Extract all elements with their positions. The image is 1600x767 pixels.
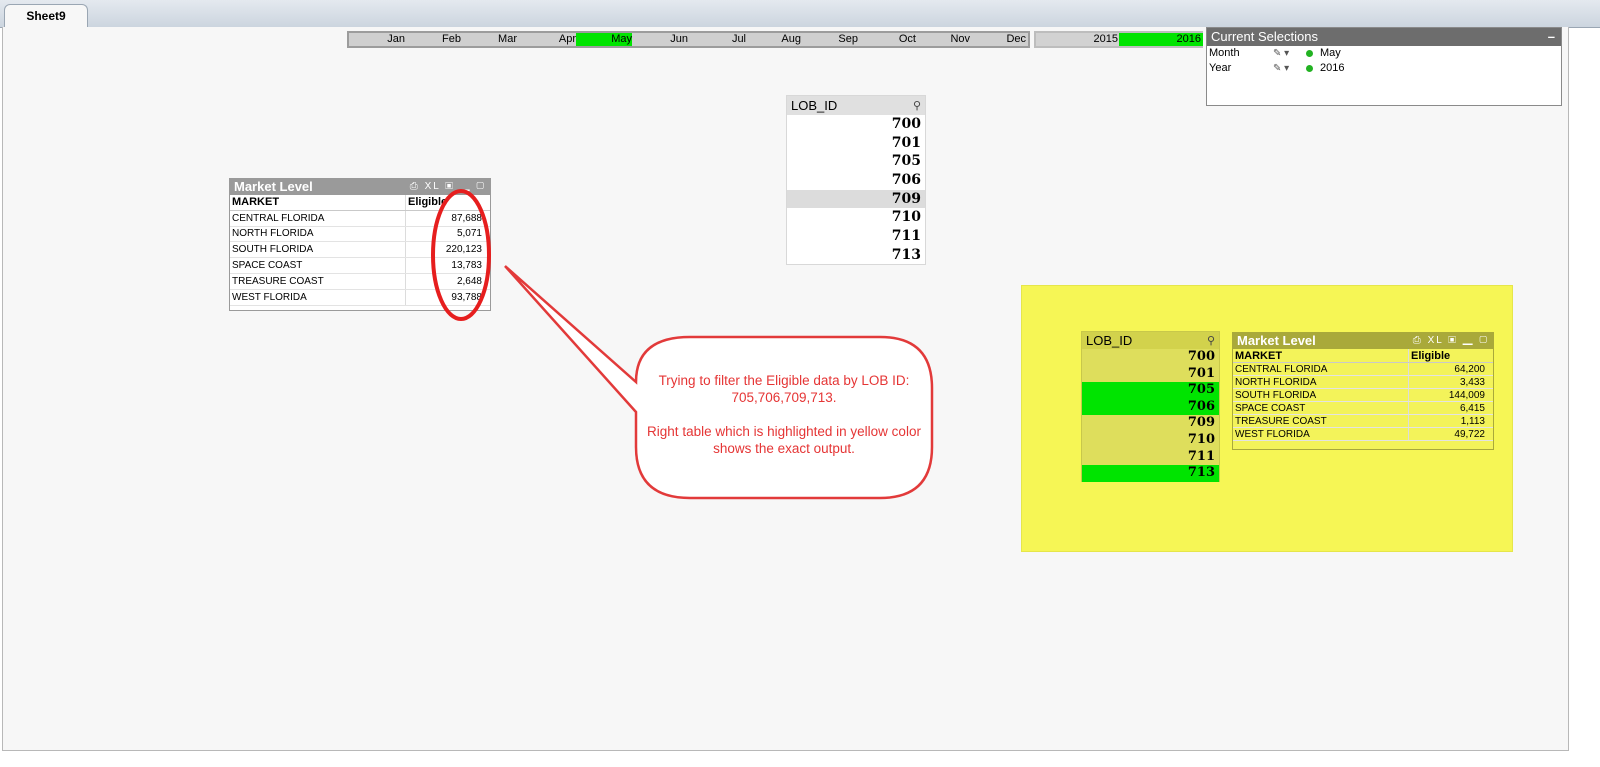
cell-market: TREASURE COAST xyxy=(1233,414,1409,428)
market-level-table-output: Market Level ⎙ XL ▣ ▁ ▢ MARKET Eligible … xyxy=(1232,332,1494,450)
list-item[interactable]: 705 xyxy=(1082,382,1219,399)
search-icon[interactable]: ⚲ xyxy=(1207,333,1215,350)
table-row: SPACE COAST 6,415 xyxy=(1233,401,1493,415)
cell-eligible: 144,009 xyxy=(1408,388,1493,402)
table-row: CENTRAL FLORIDA 64,200 xyxy=(1233,362,1493,376)
cell-eligible: 3,433 xyxy=(1408,375,1493,389)
list-item[interactable]: 710 xyxy=(1082,432,1219,449)
column-eligible[interactable]: Eligible xyxy=(1408,349,1493,363)
column-market[interactable]: MARKET xyxy=(1233,349,1409,363)
lob-id-header: LOB_ID ⚲ xyxy=(1082,332,1219,349)
lob-id-title: LOB_ID xyxy=(1086,333,1133,348)
list-item[interactable]: 711 xyxy=(1082,449,1219,466)
cell-market: CENTRAL FLORIDA xyxy=(1233,362,1409,376)
cell-market: WEST FLORIDA xyxy=(1233,427,1409,441)
callout-text: Trying to filter the Eligible data by LO… xyxy=(636,372,932,457)
list-item[interactable]: 713 xyxy=(1082,465,1219,482)
callout-line-1: Trying to filter the Eligible data by LO… xyxy=(658,373,910,405)
table-title: Market Level xyxy=(1237,333,1316,348)
cell-eligible: 49,722 xyxy=(1408,427,1493,441)
callout-line-2: Right table which is highlighted in yell… xyxy=(647,424,921,456)
table-grid: MARKET Eligible CENTRAL FLORIDA 64,200 NO… xyxy=(1233,349,1493,441)
cell-eligible: 6,415 xyxy=(1408,401,1493,415)
list-item[interactable]: 701 xyxy=(1082,366,1219,383)
highlight-ellipse xyxy=(431,189,491,321)
table-header-row: MARKET Eligible xyxy=(1233,349,1493,363)
cell-market: NORTH FLORIDA xyxy=(1233,375,1409,389)
list-item[interactable]: 709 xyxy=(1082,415,1219,432)
list-item[interactable]: 700 xyxy=(1082,349,1219,366)
cell-market: SOUTH FLORIDA xyxy=(1233,388,1409,402)
table-row: TREASURE COAST 1,113 xyxy=(1233,414,1493,428)
lob-id-listbox-output: LOB_ID ⚲ 700 701 705 706 709 710 711 713 xyxy=(1081,331,1220,482)
cell-eligible: 1,113 xyxy=(1408,414,1493,428)
cell-eligible: 64,200 xyxy=(1408,362,1493,376)
table-row: WEST FLORIDA 49,722 xyxy=(1233,427,1493,441)
table-toolbar-icons[interactable]: ⎙ XL ▣ ▁ ▢ xyxy=(1413,333,1489,349)
table-row: NORTH FLORIDA 3,433 xyxy=(1233,375,1493,389)
list-item[interactable]: 706 xyxy=(1082,398,1219,416)
table-row: SOUTH FLORIDA 144,009 xyxy=(1233,388,1493,402)
cell-market: SPACE COAST xyxy=(1233,401,1409,415)
table-header: Market Level ⎙ XL ▣ ▁ ▢ xyxy=(1233,333,1493,349)
